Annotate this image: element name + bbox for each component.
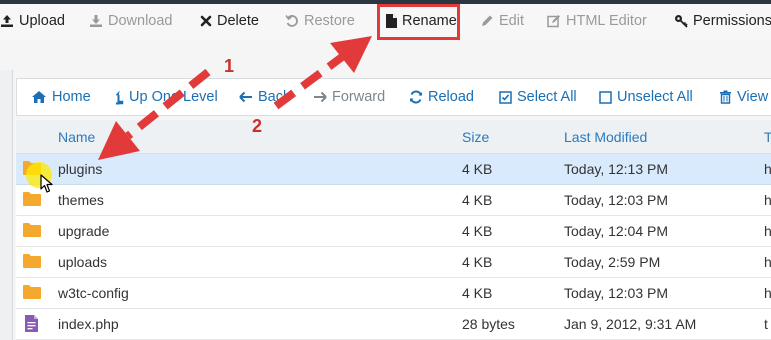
checkbox-checked-icon (499, 90, 512, 104)
select-all-label: Select All (517, 89, 577, 105)
restore-icon (285, 15, 298, 27)
html-editor-button[interactable]: HTML Editor (547, 4, 647, 38)
back-label: Back (258, 89, 291, 105)
file-type: h (764, 285, 771, 301)
file-name: upgrade (58, 223, 110, 239)
forward-label: Forward (332, 89, 386, 105)
trash-icon (720, 90, 731, 104)
file-size: 28 bytes (462, 316, 515, 332)
file-size: 4 KB (462, 161, 493, 177)
rename-highlight-box (377, 4, 460, 40)
reload-icon (410, 90, 422, 104)
file-type: h (764, 192, 771, 208)
edit-label: Edit (499, 13, 524, 29)
home-button[interactable]: Home (31, 79, 91, 115)
folder-icon (23, 192, 41, 206)
file-size: 4 KB (462, 285, 493, 301)
up-one-level-label: Up One Level (129, 89, 218, 105)
reload-button[interactable]: Reload (409, 79, 474, 115)
upload-label: Upload (19, 13, 65, 29)
file-name: index.php (58, 316, 119, 332)
file-name: themes (58, 192, 104, 208)
column-name-header[interactable]: Name (58, 120, 95, 154)
folder-icon (23, 254, 41, 268)
checkbox-empty-icon (599, 90, 612, 104)
file-nav-bar: Home Up One Level Back Forward Reload Se… (16, 78, 771, 116)
upload-icon (1, 15, 13, 27)
table-header: Name Size Last Modified T (16, 120, 771, 154)
restore-button[interactable]: Restore (285, 4, 355, 38)
table-row[interactable]: index.php 28 bytes Jan 9, 2012, 9:31 AM … (16, 309, 771, 340)
file-name: plugins (58, 161, 103, 177)
file-modified: Today, 12:03 PM (564, 285, 669, 301)
folder-icon (23, 285, 41, 299)
reload-label: Reload (428, 89, 474, 105)
file-type: h (764, 223, 771, 239)
arrow-right-icon (314, 91, 327, 103)
view-trash-label: View T (737, 89, 771, 105)
table-row[interactable]: w3tc-config 4 KB Today, 12:03 PM h (16, 278, 771, 309)
arrow-left-icon (239, 91, 252, 103)
delete-button[interactable]: Delete (200, 4, 259, 38)
key-icon (675, 15, 688, 28)
back-button[interactable]: Back (239, 79, 290, 115)
home-icon (32, 91, 46, 103)
file-size: 4 KB (462, 223, 493, 239)
edit-button[interactable]: Edit (480, 4, 524, 38)
forward-button[interactable]: Forward (313, 79, 385, 115)
annotation-step-1: 1 (224, 56, 235, 76)
table-row[interactable]: themes 4 KB Today, 12:03 PM h (16, 185, 771, 216)
file-modified: Today, 2:59 PM (564, 254, 661, 270)
file-type: h (764, 161, 771, 177)
download-icon (90, 15, 102, 27)
file-modified: Today, 12:03 PM (564, 192, 669, 208)
folder-icon (23, 223, 41, 237)
unselect-all-label: Unselect All (617, 89, 693, 105)
php-file-icon (25, 315, 38, 332)
html-editor-label: HTML Editor (566, 13, 647, 29)
unselect-all-button[interactable]: Unselect All (599, 79, 693, 115)
toolbar-spacer (0, 40, 771, 70)
annotation-step-2: 2 (252, 116, 263, 136)
close-icon (200, 15, 212, 27)
permissions-label: Permissions (693, 13, 771, 29)
view-trash-button[interactable]: View T (719, 79, 771, 115)
file-modified: Jan 9, 2012, 9:31 AM (564, 316, 697, 332)
left-tree-panel (0, 70, 13, 340)
delete-label: Delete (217, 13, 259, 29)
download-button[interactable]: Download (89, 4, 173, 38)
restore-label: Restore (304, 13, 355, 29)
upload-button[interactable]: Upload (0, 4, 65, 38)
file-type: t (764, 316, 768, 332)
column-last-modified-header[interactable]: Last Modified (564, 120, 647, 154)
table-row[interactable]: uploads 4 KB Today, 2:59 PM h (16, 247, 771, 278)
file-modified: Today, 12:13 PM (564, 161, 669, 177)
home-label: Home (52, 89, 91, 105)
download-label: Download (108, 13, 173, 29)
level-up-icon (115, 90, 124, 104)
up-one-level-button[interactable]: Up One Level (115, 79, 218, 115)
file-type: h (764, 254, 771, 270)
file-table: Name Size Last Modified T plugins 4 KB T… (16, 120, 771, 340)
select-all-button[interactable]: Select All (499, 79, 577, 115)
file-modified: Today, 12:04 PM (564, 223, 669, 239)
table-row[interactable]: upgrade 4 KB Today, 12:04 PM h (16, 216, 771, 247)
column-type-header[interactable]: T (764, 120, 771, 154)
file-size: 4 KB (462, 254, 493, 270)
file-size: 4 KB (462, 192, 493, 208)
column-size-header[interactable]: Size (462, 120, 489, 154)
file-name: w3tc-config (58, 285, 129, 301)
table-row[interactable]: plugins 4 KB Today, 12:13 PM h (16, 154, 771, 185)
pencil-icon (482, 15, 493, 26)
permissions-button[interactable]: Permissions (674, 4, 771, 38)
file-name: uploads (58, 254, 108, 270)
edit-square-icon (547, 15, 560, 28)
mouse-cursor-icon (40, 174, 53, 193)
